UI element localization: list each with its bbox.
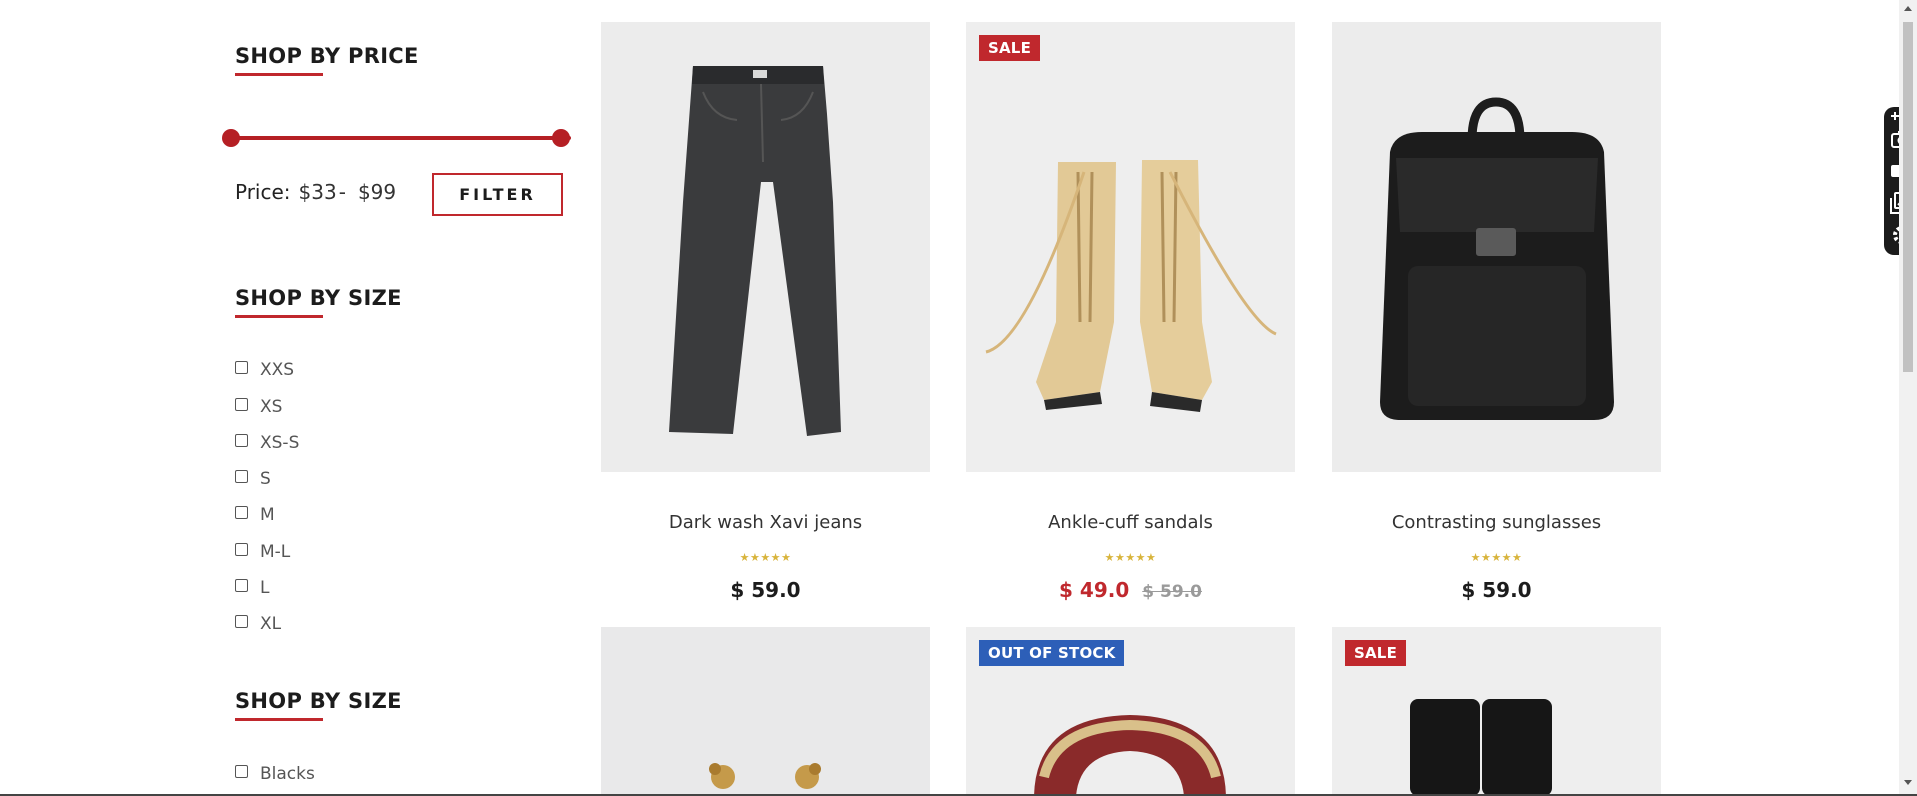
- price-min-value: $33: [298, 180, 337, 204]
- price-slider-track[interactable]: [231, 136, 571, 140]
- section-underline: [235, 718, 323, 721]
- product-name[interactable]: Dark wash Xavi jeans: [601, 512, 930, 533]
- checkbox[interactable]: [235, 764, 248, 778]
- checkbox[interactable]: [235, 397, 248, 411]
- checkbox[interactable]: [235, 578, 248, 592]
- product-image[interactable]: SALE: [1332, 627, 1661, 796]
- size-option[interactable]: XS-S: [235, 433, 299, 453]
- rating-stars: ★★★★★: [739, 551, 792, 564]
- size-option[interactable]: XL: [235, 614, 281, 634]
- checkbox[interactable]: [235, 360, 248, 374]
- section-underline: [235, 315, 323, 318]
- product-image[interactable]: [601, 627, 930, 796]
- rating-stars: ★★★★★: [1104, 551, 1157, 564]
- sale-badge: SALE: [979, 35, 1041, 61]
- scroll-up-arrow-icon[interactable]: [1904, 6, 1912, 11]
- product-image[interactable]: [601, 22, 930, 472]
- scroll-thumb[interactable]: [1903, 22, 1913, 372]
- boots-illustration: [966, 22, 1295, 472]
- checkbox[interactable]: [235, 469, 248, 483]
- color-section-title: SHOP BY SIZE: [235, 689, 402, 713]
- product-name[interactable]: Contrasting sunglasses: [1332, 512, 1661, 533]
- size-option-label: XS-S: [260, 433, 300, 453]
- price-max-value: $99: [357, 180, 397, 204]
- price-section-title: SHOP BY PRICE: [235, 44, 419, 68]
- product-price: $ 49.0 $ 59.0: [966, 578, 1295, 602]
- current-price: $ 49.0: [1059, 578, 1130, 602]
- section-underline: [235, 73, 323, 76]
- price-slider-max-handle[interactable]: [552, 129, 570, 147]
- old-price: $ 59.0: [1142, 582, 1202, 602]
- size-option[interactable]: S: [235, 469, 271, 489]
- color-option-label: Blacks: [260, 764, 315, 784]
- checkbox[interactable]: [235, 542, 248, 556]
- jeans-illustration: [601, 22, 930, 472]
- shop-page: SHOP BY PRICE Price: $33 - $99 FILTER SH…: [0, 0, 1917, 796]
- size-option[interactable]: M: [235, 505, 275, 525]
- size-option[interactable]: L: [235, 578, 269, 598]
- checkbox[interactable]: [235, 433, 248, 447]
- checkbox[interactable]: [235, 505, 248, 519]
- size-option-label: L: [260, 578, 270, 598]
- checkbox[interactable]: [235, 614, 248, 628]
- size-option-label: XXS: [260, 360, 295, 380]
- size-option-label: XL: [260, 614, 282, 634]
- earrings-illustration: [601, 627, 930, 796]
- color-option[interactable]: Blacks: [235, 764, 315, 784]
- scroll-down-arrow-icon[interactable]: [1904, 780, 1912, 785]
- backpack-illustration: [1332, 22, 1661, 472]
- page-scrollbar[interactable]: [1899, 0, 1917, 796]
- price-slider-min-handle[interactable]: [222, 129, 240, 147]
- size-option-label: M-L: [260, 542, 291, 562]
- rating-stars: ★★★★★: [1470, 551, 1523, 564]
- product-image[interactable]: OUT OF STOCK: [966, 627, 1295, 796]
- current-price: $ 59.0: [1461, 578, 1532, 602]
- product-image[interactable]: [1332, 22, 1661, 472]
- product-price: $ 59.0: [1332, 578, 1661, 602]
- price-label: Price:: [235, 180, 291, 204]
- price-separator: -: [338, 180, 346, 204]
- size-section-title: SHOP BY SIZE: [235, 286, 402, 310]
- size-option-label: S: [260, 469, 271, 489]
- size-option-label: M: [260, 505, 275, 525]
- filter-button[interactable]: FILTER: [432, 173, 563, 216]
- size-option[interactable]: M-L: [235, 542, 290, 562]
- size-option[interactable]: XXS: [235, 360, 294, 380]
- product-price: $ 59.0: [601, 578, 930, 602]
- size-option-label: XS: [260, 397, 283, 417]
- product-image[interactable]: SALE: [966, 22, 1295, 472]
- sale-badge: SALE: [1345, 640, 1407, 666]
- out-of-stock-badge: OUT OF STOCK: [979, 640, 1125, 666]
- size-option[interactable]: XS: [235, 397, 282, 417]
- current-price: $ 59.0: [730, 578, 801, 602]
- product-name[interactable]: Ankle-cuff sandals: [966, 512, 1295, 533]
- price-range-readout: Price: $33 - $99: [235, 180, 396, 204]
